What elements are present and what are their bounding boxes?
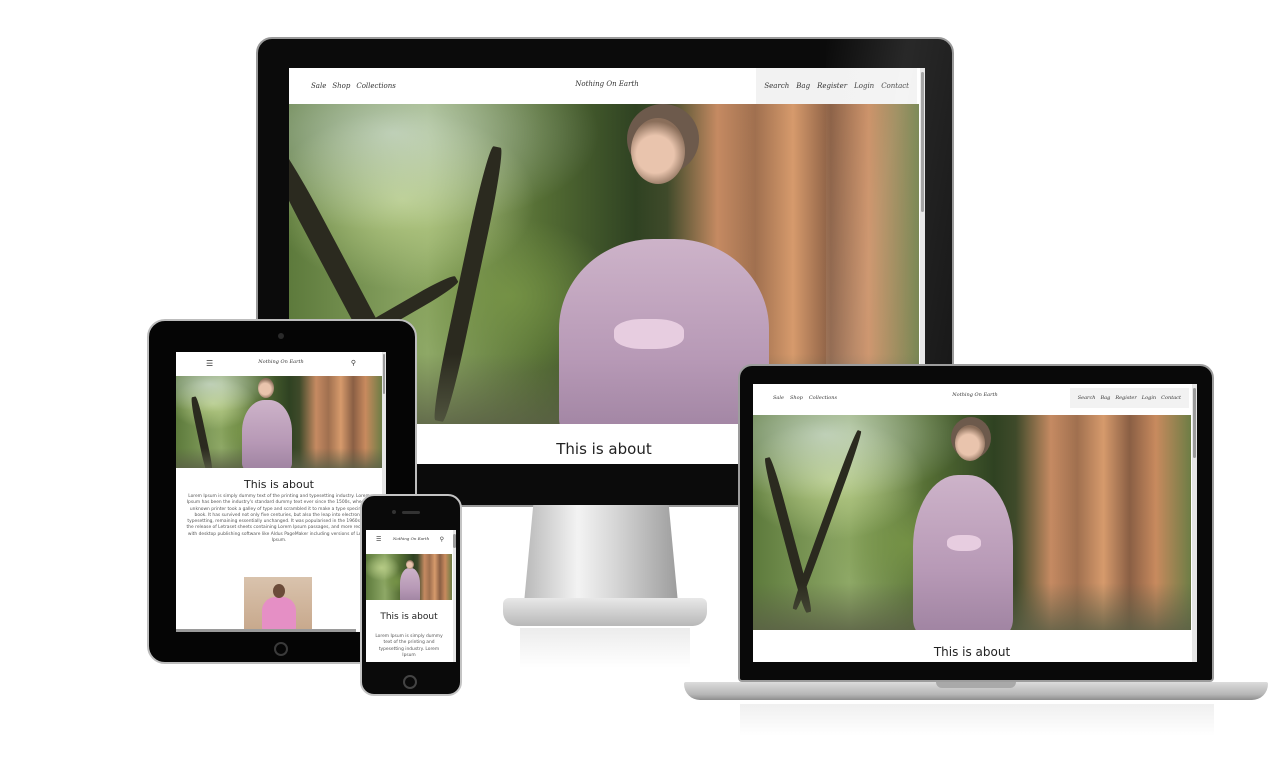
tablet-camera	[278, 333, 284, 339]
monitor-stand-base	[503, 598, 707, 626]
laptop-screen: Sale Shop Collections Nothing On Earth S…	[753, 384, 1197, 662]
phone-paragraph: Lorem Ipsum is simply dummy text of the …	[375, 634, 443, 658]
nav-link-shop[interactable]: Shop	[332, 82, 350, 90]
laptop-brand[interactable]: Nothing On Earth	[952, 392, 997, 398]
laptop-navbar: Sale Shop Collections Nothing On Earth S…	[753, 384, 1197, 412]
laptop-lid-notch	[936, 682, 1016, 688]
nav-left-links: Sale Shop Collections	[311, 82, 396, 90]
phone-camera	[392, 510, 396, 514]
product-thumbnail[interactable]	[244, 577, 312, 629]
nav-link-search[interactable]: Search	[764, 82, 789, 90]
laptop-section-heading: This is about	[933, 645, 1011, 659]
phone-section-heading: This is about	[380, 612, 438, 622]
nav-link-sale[interactable]: Sale	[311, 82, 326, 90]
laptop-nav-link-register[interactable]: Register	[1115, 395, 1136, 401]
nav-link-bag[interactable]: Bag	[796, 82, 810, 90]
tablet-hero-image	[176, 376, 382, 468]
phone-home-button	[403, 675, 417, 689]
laptop-nav-link-sale[interactable]: Sale	[773, 395, 784, 401]
monitor-stand-neck	[524, 505, 678, 603]
search-icon[interactable]: ⚲	[351, 359, 356, 367]
tablet-brand[interactable]: Nothing On Earth	[258, 359, 303, 365]
site-brand[interactable]: Nothing On Earth	[575, 80, 639, 88]
laptop-hero-image	[753, 415, 1191, 630]
tablet-navbar: ☰ Nothing On Earth ⚲	[176, 352, 386, 374]
laptop-nav-link-contact[interactable]: Contact	[1161, 395, 1181, 401]
phone-hero-image	[366, 554, 452, 600]
tablet-home-button	[274, 642, 288, 656]
laptop-nav-right-links: Search Bag Register Login Contact	[1069, 388, 1189, 408]
phone-scrollbar[interactable]	[453, 530, 456, 662]
laptop-nav-link-shop[interactable]: Shop	[790, 395, 803, 401]
phone-search-icon[interactable]: ⚲	[440, 536, 444, 543]
hamburger-icon[interactable]: ☰	[206, 359, 213, 368]
tablet-horizontal-scrollbar[interactable]	[176, 629, 356, 632]
laptop-nav-link-login[interactable]: Login	[1142, 395, 1156, 401]
tablet-screen: ☰ Nothing On Earth ⚲ This is about Lorem…	[176, 352, 386, 632]
laptop-nav-link-search[interactable]: Search	[1078, 395, 1096, 401]
tablet-section-heading: This is about	[244, 478, 314, 491]
laptop-nav-left-links: Sale Shop Collections	[773, 395, 837, 401]
phone-navbar: ☰ Nothing On Earth ⚲	[366, 530, 456, 548]
phone-speaker	[402, 511, 420, 514]
phone-hamburger-icon[interactable]: ☰	[376, 536, 381, 543]
phone-screen: ☰ Nothing On Earth ⚲ This is about Lorem…	[366, 530, 456, 662]
nav-link-collections[interactable]: Collections	[356, 82, 395, 90]
laptop-nav-link-collections[interactable]: Collections	[809, 395, 837, 401]
laptop-nav-link-bag[interactable]: Bag	[1100, 395, 1110, 401]
tablet-paragraph: Lorem Ipsum is simply dummy text of the …	[186, 494, 372, 544]
phone-brand[interactable]: Nothing On Earth	[393, 536, 429, 541]
